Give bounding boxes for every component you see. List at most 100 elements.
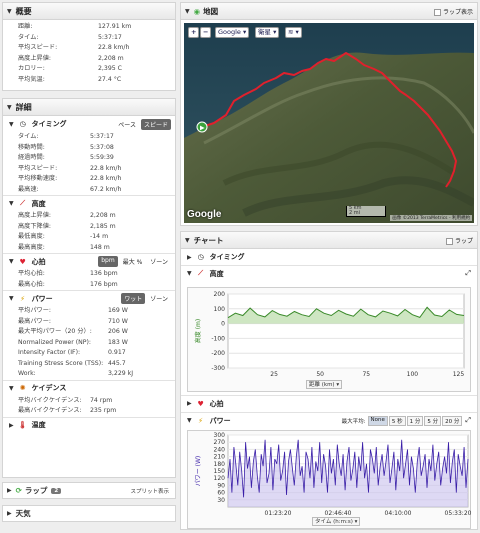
collapse-triangle-icon[interactable]: ▼	[185, 8, 190, 15]
stat-label: 移動時間:	[18, 143, 45, 151]
stat-row: 平均バイクケイデンス: 74 rpm	[3, 396, 175, 407]
power-chart: 300 270 240 210 180 150 120 90 60 30 01:23:20 02:46…	[187, 430, 472, 529]
laps-title: ラップ	[24, 486, 48, 495]
power-unit-toggle[interactable]: ワット ゾーン	[121, 293, 171, 304]
chart-header[interactable]: ▼ チャート ラップ	[181, 232, 477, 249]
map-header[interactable]: ▼ ◉ 地図 ラップ表示	[181, 3, 477, 20]
stat-value: 22.8 km/h	[90, 164, 122, 172]
stat-label: 平均スピード:	[18, 44, 58, 51]
summary-panel: ▼ 概要 距離: 127.91 km タイム: 5:37:17 平均スピード: 22.8 k…	[2, 2, 176, 91]
map-canvas[interactable]: ▶ + − Google ▾ 衛星 ▾ ≋ ▾ Google 5 km 2 mi …	[184, 23, 474, 223]
bpm-option[interactable]: bpm	[98, 256, 118, 267]
stat-label: Intensity Factor (IF):	[18, 349, 81, 356]
stat-label: 距離:	[18, 23, 33, 30]
stat-label: タイム:	[18, 33, 39, 41]
satellite-map[interactable]: ▶	[184, 23, 474, 223]
map-scale: 5 km 2 mi	[346, 206, 386, 217]
stat-value: 206 W	[108, 328, 128, 335]
weather-panel[interactable]: ▶ 天気	[2, 505, 176, 522]
smoothing-option-2[interactable]: 1 分	[406, 415, 424, 426]
expand-triangle-icon[interactable]: ▶	[187, 400, 192, 407]
smoothing-option-1[interactable]: 5 秒	[388, 415, 406, 426]
stat-label: 最高心拍:	[18, 280, 45, 288]
zoom-out-button[interactable]: −	[200, 27, 211, 38]
timing-section-header[interactable]: ▼ ◷ タイミング ペース スピード	[3, 116, 175, 132]
expand-triangle-icon[interactable]: ▶	[7, 487, 12, 494]
elevation-xaxis-select[interactable]: 距離 (km) ▾	[306, 380, 343, 389]
power-title: パワー	[31, 294, 53, 303]
stat-value: 74 rpm	[90, 396, 113, 404]
lap-display-label: ラップ表示	[442, 8, 473, 16]
expand-triangle-icon[interactable]: ▶	[7, 510, 12, 517]
smoothing-option-0[interactable]: None	[367, 415, 388, 426]
stat-row: 高度上昇値: 2,208 m	[3, 211, 175, 222]
smoothing-option-4[interactable]: 20 分	[442, 415, 463, 426]
collapse-triangle-icon[interactable]: ▼	[9, 385, 14, 392]
stat-row: タイム: 5:37:17	[3, 33, 175, 44]
summary-header[interactable]: ▼ 概要	[3, 3, 175, 20]
split-display-link[interactable]: スプリット表示	[130, 487, 169, 495]
collapse-triangle-icon[interactable]: ▼	[9, 200, 14, 207]
hr-chart-header[interactable]: ▶ ♥ 心拍	[181, 395, 477, 411]
power-chart-header[interactable]: ▼ ⚡ パワー 最大平均: None 5 秒1 分5 分 20 分 ⤢	[181, 412, 477, 428]
power-xaxis-select[interactable]: タイム (h:m:s) ▾	[312, 517, 361, 526]
laps-panel[interactable]: ▶ ⟳ ラップ 2 スプリット表示	[2, 482, 176, 499]
collapse-triangle-icon[interactable]: ▼	[187, 417, 192, 424]
hr-section-header[interactable]: ▼ ♥ 心拍 bpm 最大 % ゾーン	[3, 253, 175, 269]
stat-row: 最大平均パワー（20 分）: 206 W	[3, 327, 175, 338]
y-tick-label: 270	[214, 439, 226, 446]
chart-lap-checkbox[interactable]: ラップ	[445, 236, 473, 245]
collapse-triangle-icon[interactable]: ▼	[7, 8, 12, 15]
elevation-chart-svg: 200 100 0 -100 -200 -300 25 50 75 100 125 高度 (m)	[194, 291, 465, 378]
stat-value: -14 m	[90, 233, 109, 240]
map-type-select[interactable]: 衛星 ▾	[255, 27, 280, 38]
stat-value: 2,185 m	[90, 222, 116, 230]
map-provider-select[interactable]: Google ▾	[215, 27, 250, 38]
expand-chart-icon[interactable]: ⤢	[465, 269, 471, 278]
stat-value: 67.2 km/h	[90, 185, 122, 193]
details-header[interactable]: ▼ 詳細	[3, 99, 175, 116]
collapse-triangle-icon[interactable]: ▼	[9, 121, 14, 128]
temperature-section-header[interactable]: ▶ 🌡 温度	[3, 416, 175, 433]
lap-display-checkbox[interactable]: ラップ表示	[433, 7, 473, 16]
smoothing-option-3[interactable]: 5 分	[424, 415, 442, 426]
collapse-triangle-icon[interactable]: ▶	[9, 422, 14, 429]
smoothing-selector[interactable]: None 5 秒1 分5 分 20 分	[367, 415, 463, 426]
elevation-section-header[interactable]: ▼ ⟋ 高度	[3, 195, 175, 211]
chart-title: チャート	[193, 235, 224, 245]
layers-button[interactable]: ≋ ▾	[285, 27, 302, 38]
timing-chart-header[interactable]: ▶ ◷ タイミング	[181, 249, 477, 265]
collapse-triangle-icon[interactable]: ▼	[185, 237, 190, 244]
y-tick-label: 0	[221, 321, 225, 328]
elevation-chart-header[interactable]: ▼ ⟋ 高度 ⤢	[181, 265, 477, 281]
power-section-header[interactable]: ▼ ⚡ パワー ワット ゾーン	[3, 290, 175, 306]
zone-option[interactable]: ゾーン	[147, 256, 171, 267]
stat-value: 22.8 km/h	[90, 175, 122, 182]
pace-option[interactable]: ペース	[115, 119, 139, 130]
cadence-section-header[interactable]: ▼ ✺ ケイデンス	[3, 379, 175, 396]
speed-option[interactable]: スピード	[140, 118, 171, 130]
hr-unit-toggle[interactable]: bpm 最大 % ゾーン	[98, 256, 171, 267]
collapse-triangle-icon[interactable]: ▼	[7, 104, 12, 111]
stat-label: 平均パワー:	[18, 307, 52, 314]
stat-row: 最高心拍: 176 bpm	[3, 280, 175, 291]
zone-option[interactable]: ゾーン	[147, 293, 171, 304]
collapse-triangle-icon[interactable]: ▼	[187, 270, 192, 277]
stat-row: カロリー: 2,395 C	[3, 64, 175, 75]
zoom-in-button[interactable]: +	[188, 27, 199, 38]
svg-text:▶: ▶	[200, 125, 205, 132]
y-tick-label: -100	[211, 335, 225, 342]
stat-label: Work:	[18, 370, 36, 377]
max-percent-option[interactable]: 最大 %	[120, 256, 146, 267]
watt-option[interactable]: ワット	[121, 293, 146, 304]
collapse-triangle-icon[interactable]: ▼	[9, 295, 14, 302]
stat-row: 経過時間: 5:59:39	[3, 153, 175, 164]
pace-speed-toggle[interactable]: ペース スピード	[115, 118, 171, 130]
stat-value: 235 rpm	[90, 407, 117, 414]
collapse-triangle-icon[interactable]: ▼	[9, 258, 14, 265]
expand-chart-icon[interactable]: ⤢	[465, 416, 471, 425]
expand-triangle-icon[interactable]: ▶	[187, 254, 192, 261]
summary-title: 概要	[15, 6, 32, 16]
y-tick-label: 100	[214, 306, 226, 313]
elevation-icon: ⟋	[20, 199, 26, 207]
